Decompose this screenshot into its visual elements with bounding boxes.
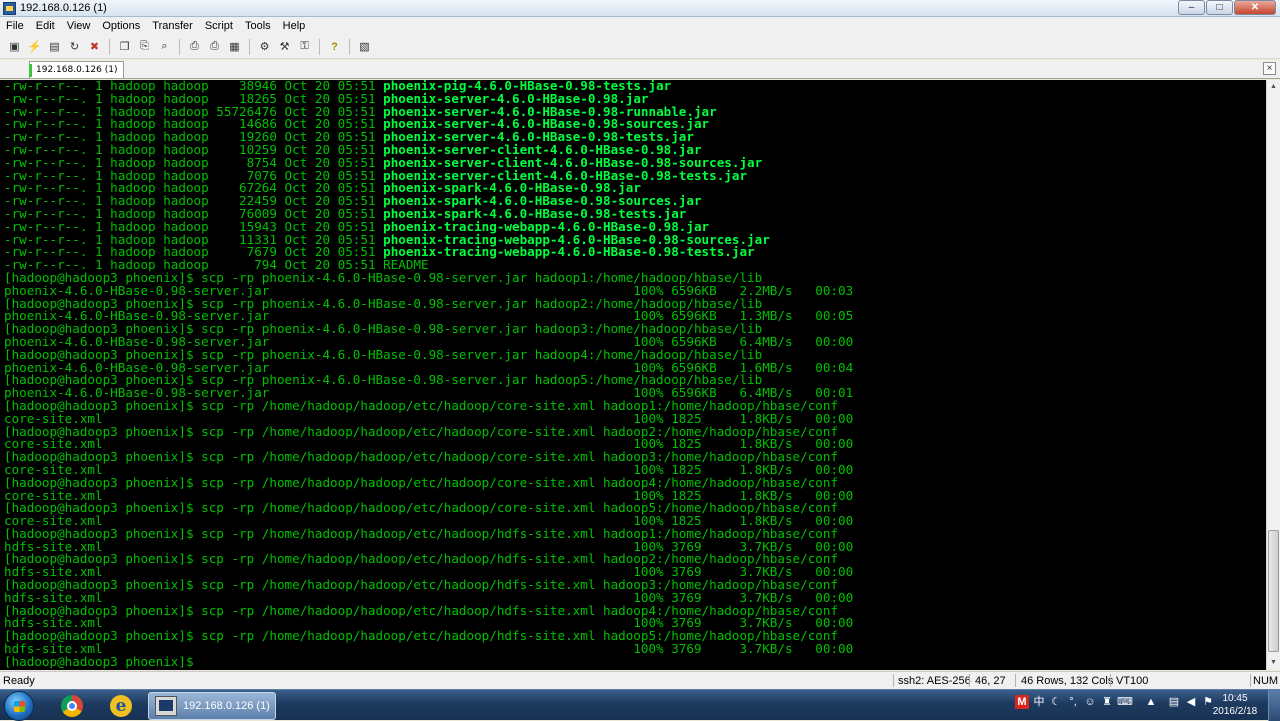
status-cursor: 46, 27: [975, 675, 1006, 687]
quick-connect-icon[interactable]: ⚡: [26, 38, 43, 55]
scroll-up-icon[interactable]: ▲: [1267, 80, 1280, 94]
show-desktop-button[interactable]: [1268, 690, 1280, 721]
toolbar-separator: [319, 38, 320, 55]
punctuation-icon[interactable]: °,: [1066, 695, 1080, 709]
keyboard-icon[interactable]: ⌨: [1117, 695, 1133, 709]
print-setup-icon[interactable]: ⎙: [186, 38, 203, 55]
print-icon[interactable]: ⎙: [206, 38, 223, 55]
toolbar-separator: [109, 38, 110, 55]
volume-icon[interactable]: ◀: [1184, 695, 1198, 709]
emoji-icon[interactable]: ☺: [1083, 695, 1097, 709]
ie-logo: e: [110, 695, 132, 717]
ime-icon[interactable]: M: [1015, 695, 1029, 709]
connect-tab-icon[interactable]: ▤: [46, 38, 63, 55]
toolbar-separator: [179, 38, 180, 55]
menu-bar: File Edit View Options Transfer Script T…: [0, 17, 1280, 35]
session-options-icon[interactable]: ⚙: [256, 38, 273, 55]
print-screen-icon[interactable]: ▦: [226, 38, 243, 55]
disconnect-icon[interactable]: ✖: [86, 38, 103, 55]
toolbar-separator: [249, 38, 250, 55]
status-divider: [1110, 674, 1111, 687]
connect-icon[interactable]: ▣: [6, 38, 23, 55]
close-button[interactable]: ✕: [1234, 0, 1276, 15]
toolbar: ▣ ⚡ ▤ ↻ ✖ ❐ ⎘ ⌕ ⎙ ⎙ ▦ ⚙ ⚒ ⚿ ? ▧: [0, 35, 1280, 59]
taskbar: e 192.168.0.126 (1) M 中 ☾ °, ☺ ♜ ⌨ ▲ ▤ ◀…: [0, 689, 1280, 721]
taskbar-securecrt-button[interactable]: 192.168.0.126 (1): [148, 692, 276, 720]
status-text: Ready: [3, 675, 35, 687]
clock[interactable]: 10:45 2016/2/18: [1210, 692, 1260, 718]
scroll-thumb[interactable]: [1268, 530, 1279, 652]
keymap-icon[interactable]: ⚿: [296, 38, 313, 55]
window-controls: ‒ □ ✕: [1178, 0, 1276, 15]
chrome-icon[interactable]: [50, 692, 94, 720]
app-icon[interactable]: [3, 1, 16, 15]
terminal-line-text: [hadoop@hadoop3 phoenix]$: [4, 653, 202, 669]
taskbar-task-label: 192.168.0.126 (1): [183, 700, 270, 712]
title-bar[interactable]: 192.168.0.126 (1) ‒ □ ✕: [0, 0, 1280, 17]
ime-language-icon[interactable]: 中: [1032, 695, 1046, 709]
terminal-line: [hadoop@hadoop3 phoenix]$: [4, 653, 1266, 669]
status-emulation: VT100: [1116, 675, 1149, 687]
chrome-logo: [61, 695, 83, 717]
clock-time: 10:45: [1222, 693, 1248, 704]
menu-options[interactable]: Options: [96, 20, 146, 32]
vertical-scrollbar[interactable]: ▲ ▼: [1266, 80, 1280, 670]
copy-icon[interactable]: ❐: [116, 38, 133, 55]
clock-date: 2016/2/18: [1212, 706, 1258, 717]
moon-icon[interactable]: ☾: [1049, 695, 1063, 709]
menu-help[interactable]: Help: [277, 20, 312, 32]
menu-edit[interactable]: Edit: [30, 20, 61, 32]
internet-explorer-icon[interactable]: e: [98, 692, 142, 720]
status-size: 46 Rows, 132 Cols: [1021, 675, 1114, 687]
status-divider: [1015, 674, 1016, 687]
scroll-down-icon[interactable]: ▼: [1267, 656, 1280, 670]
global-options-icon[interactable]: ⚒: [276, 38, 293, 55]
tab-close-icon[interactable]: ×: [1263, 62, 1276, 75]
status-divider: [1250, 674, 1251, 687]
status-divider: [893, 674, 894, 687]
terminal-jar-filename: phoenix-tracing-webapp-4.6.0-HBase-0.98-…: [383, 244, 755, 260]
session-tab-bar: 192.168.0.126 (1) ×: [0, 60, 1280, 79]
menu-file[interactable]: File: [0, 20, 30, 32]
network-icon[interactable]: ▤: [1167, 695, 1181, 709]
sftp-icon[interactable]: ▧: [356, 38, 373, 55]
find-icon[interactable]: ⌕: [156, 38, 173, 55]
tray-expand-icon[interactable]: ▲: [1144, 695, 1158, 709]
status-num: NUM: [1253, 675, 1279, 687]
menu-tools[interactable]: Tools: [239, 20, 277, 32]
minimize-button[interactable]: ‒: [1178, 0, 1205, 15]
help-icon[interactable]: ?: [326, 38, 343, 55]
window-title: 192.168.0.126 (1): [20, 2, 107, 14]
terminal-output[interactable]: -rw-r--r--. 1 hadoop hadoop 38946 Oct 20…: [0, 80, 1266, 670]
status-cipher: ssh2: AES-256: [898, 675, 971, 687]
shirt-icon[interactable]: ♜: [1100, 695, 1114, 709]
securecrt-icon: [155, 696, 177, 716]
status-divider: [969, 674, 970, 687]
status-bar: Ready ssh2: AES-256 46, 27 46 Rows, 132 …: [0, 671, 1280, 689]
session-tab[interactable]: 192.168.0.126 (1): [29, 61, 125, 78]
menu-view[interactable]: View: [61, 20, 97, 32]
system-tray: M 中 ☾ °, ☺ ♜ ⌨ ▲ ▤ ◀ ⚑: [1015, 695, 1215, 709]
menu-transfer[interactable]: Transfer: [146, 20, 199, 32]
maximize-button[interactable]: □: [1206, 0, 1233, 15]
menu-script[interactable]: Script: [199, 20, 239, 32]
toolbar-separator: [349, 38, 350, 55]
reconnect-icon[interactable]: ↻: [66, 38, 83, 55]
paste-icon[interactable]: ⎘: [136, 38, 153, 55]
start-button[interactable]: [4, 691, 34, 721]
